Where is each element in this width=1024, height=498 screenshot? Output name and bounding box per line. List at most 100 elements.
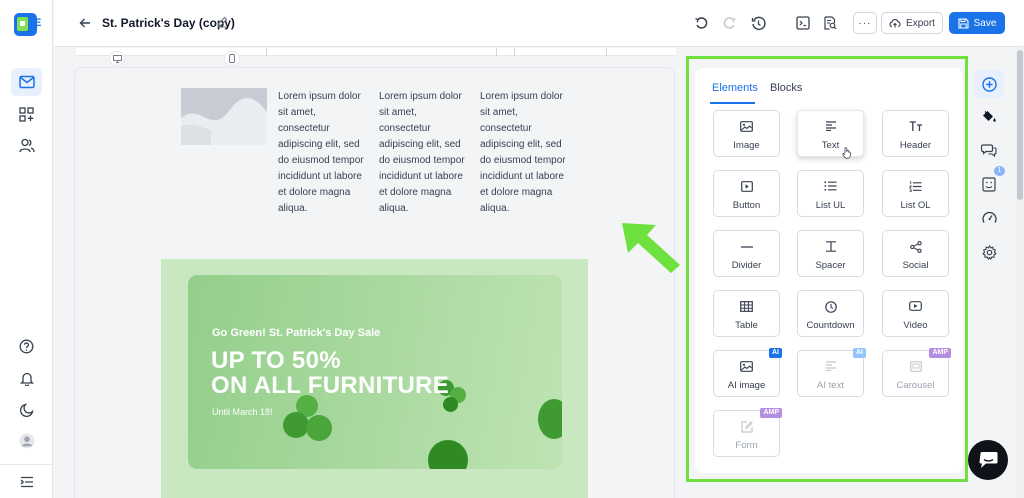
export-label: Export	[906, 17, 935, 29]
support-chat-button[interactable]	[968, 440, 1008, 480]
save-button[interactable]: Save	[949, 12, 1005, 34]
carousel-icon	[909, 361, 922, 372]
list-ul-icon	[824, 181, 837, 191]
element-video[interactable]: Video	[882, 290, 949, 337]
banner-headline-line-2: ON ALL FURNITURE	[211, 372, 450, 399]
banner-headline: UP TO 50% ON ALL FURNITURE	[211, 348, 449, 398]
element-button-label: Button	[732, 200, 761, 211]
nav-email-button[interactable]	[11, 68, 42, 96]
profile-button[interactable]	[11, 427, 42, 455]
nav-contacts-button[interactable]	[11, 131, 42, 159]
users-icon	[18, 138, 35, 152]
export-button[interactable]: Export	[881, 12, 943, 34]
element-social[interactable]: Social	[882, 230, 949, 277]
mobile-view-toggle[interactable]	[224, 51, 240, 66]
content-checklist-button[interactable]: 1	[974, 166, 1005, 198]
element-list-ul[interactable]: List UL	[797, 170, 864, 217]
element-spacer[interactable]: Spacer	[797, 230, 864, 277]
element-countdown[interactable]: Countdown	[797, 290, 864, 337]
element-divider[interactable]: Divider	[713, 230, 780, 277]
notification-count-badge: 1	[994, 166, 1005, 176]
nav-templates-button[interactable]	[11, 100, 42, 128]
help-button[interactable]	[11, 332, 42, 360]
element-countdown-label: Countdown	[806, 320, 855, 331]
style-button[interactable]	[974, 103, 1004, 131]
active-tab-underline	[710, 102, 755, 104]
text-column-2[interactable]: Lorem ipsum dolor sit amet, consectetur …	[379, 89, 471, 217]
history-button[interactable]	[748, 13, 768, 33]
email-body[interactable]: Lorem ipsum dolor sit amet, consectetur …	[74, 67, 675, 498]
undo-button[interactable]	[691, 13, 711, 33]
comments-button[interactable]	[974, 136, 1004, 164]
list-ol-icon	[909, 181, 922, 192]
element-header[interactable]: Header	[882, 110, 949, 157]
element-image[interactable]: Image	[713, 110, 780, 157]
amp-badge: AMP	[929, 348, 951, 358]
element-form[interactable]: AMP Form	[713, 408, 782, 457]
strip-divider	[266, 48, 267, 56]
image-placeholder[interactable]	[181, 88, 267, 145]
rename-button[interactable]	[216, 15, 228, 33]
clover-leaf-decoration	[283, 412, 309, 438]
landscape-placeholder-icon	[181, 98, 267, 145]
preview-button[interactable]	[820, 13, 840, 33]
elements-panel-highlight: Elements Blocks Image Text Header Button…	[686, 56, 968, 482]
desktop-view-toggle[interactable]	[109, 51, 125, 66]
element-header-label: Header	[899, 140, 932, 151]
element-table[interactable]: Table	[713, 290, 780, 337]
help-icon	[19, 339, 34, 353]
banner-section[interactable]: Go Green! St. Patrick's Day Sale UP TO 5…	[161, 259, 588, 498]
top-header: St. Patrick's Day (copy) ··· Export Save	[54, 0, 1024, 47]
banner-subtitle: Go Green! St. Patrick's Day Sale	[212, 327, 381, 339]
performance-button[interactable]	[974, 204, 1004, 232]
theme-toggle-button[interactable]	[11, 396, 42, 424]
sale-banner[interactable]: Go Green! St. Patrick's Day Sale UP TO 5…	[188, 275, 562, 469]
code-view-button[interactable]	[793, 13, 813, 33]
avatar-icon	[19, 433, 34, 449]
more-options-button[interactable]: ···	[853, 12, 877, 34]
element-image-label: Image	[733, 140, 760, 151]
text-column-1[interactable]: Lorem ipsum dolor sit amet, consectetur …	[278, 89, 370, 217]
mail-icon	[18, 75, 35, 89]
element-carousel[interactable]: AMP Carousel	[882, 348, 951, 397]
moon-icon	[19, 403, 34, 417]
element-ai-image[interactable]: AI AI image	[713, 348, 782, 397]
element-social-label: Social	[902, 260, 929, 271]
mobile-icon	[229, 54, 235, 63]
element-ai-text[interactable]: AI AI text	[797, 348, 866, 397]
undo-icon	[695, 17, 708, 29]
image-icon	[740, 121, 753, 132]
collapse-menu-icon	[20, 476, 33, 487]
tab-elements[interactable]: Elements	[712, 82, 758, 94]
logo-dot	[20, 21, 25, 26]
divider-icon	[740, 246, 753, 248]
arrow-left-icon	[79, 18, 90, 28]
element-text-label: Text	[821, 140, 840, 151]
settings-button[interactable]	[974, 238, 1004, 266]
tab-blocks[interactable]: Blocks	[770, 82, 802, 94]
plus-circle-icon	[981, 76, 997, 92]
element-list-ol[interactable]: List OL	[882, 170, 949, 217]
hand-cursor-icon	[842, 147, 851, 159]
back-button[interactable]	[76, 14, 94, 32]
element-table-label: Table	[735, 320, 758, 331]
add-content-button[interactable]	[974, 70, 1004, 98]
text-column-3[interactable]: Lorem ipsum dolor sit amet, consectetur …	[480, 89, 572, 217]
collapse-sidebar-button[interactable]	[0, 464, 53, 498]
strip-divider	[606, 48, 607, 56]
redo-button[interactable]	[720, 13, 740, 33]
ai-text-icon	[825, 361, 836, 371]
element-text[interactable]: Text	[797, 110, 864, 159]
element-button[interactable]: Button	[713, 170, 780, 217]
strip-divider	[514, 48, 515, 56]
element-ai-text-label: AI text	[817, 380, 844, 391]
element-divider-label: Divider	[731, 260, 762, 271]
clover-leaf-decoration	[538, 399, 562, 439]
element-list-ul-label: List UL	[815, 200, 846, 211]
face-document-icon	[982, 176, 996, 192]
notifications-button[interactable]	[11, 364, 42, 392]
strip-divider	[496, 48, 497, 56]
previous-block-strip	[76, 48, 676, 56]
panel-scrollbar-thumb[interactable]	[1017, 50, 1023, 200]
text-icon	[825, 121, 836, 131]
